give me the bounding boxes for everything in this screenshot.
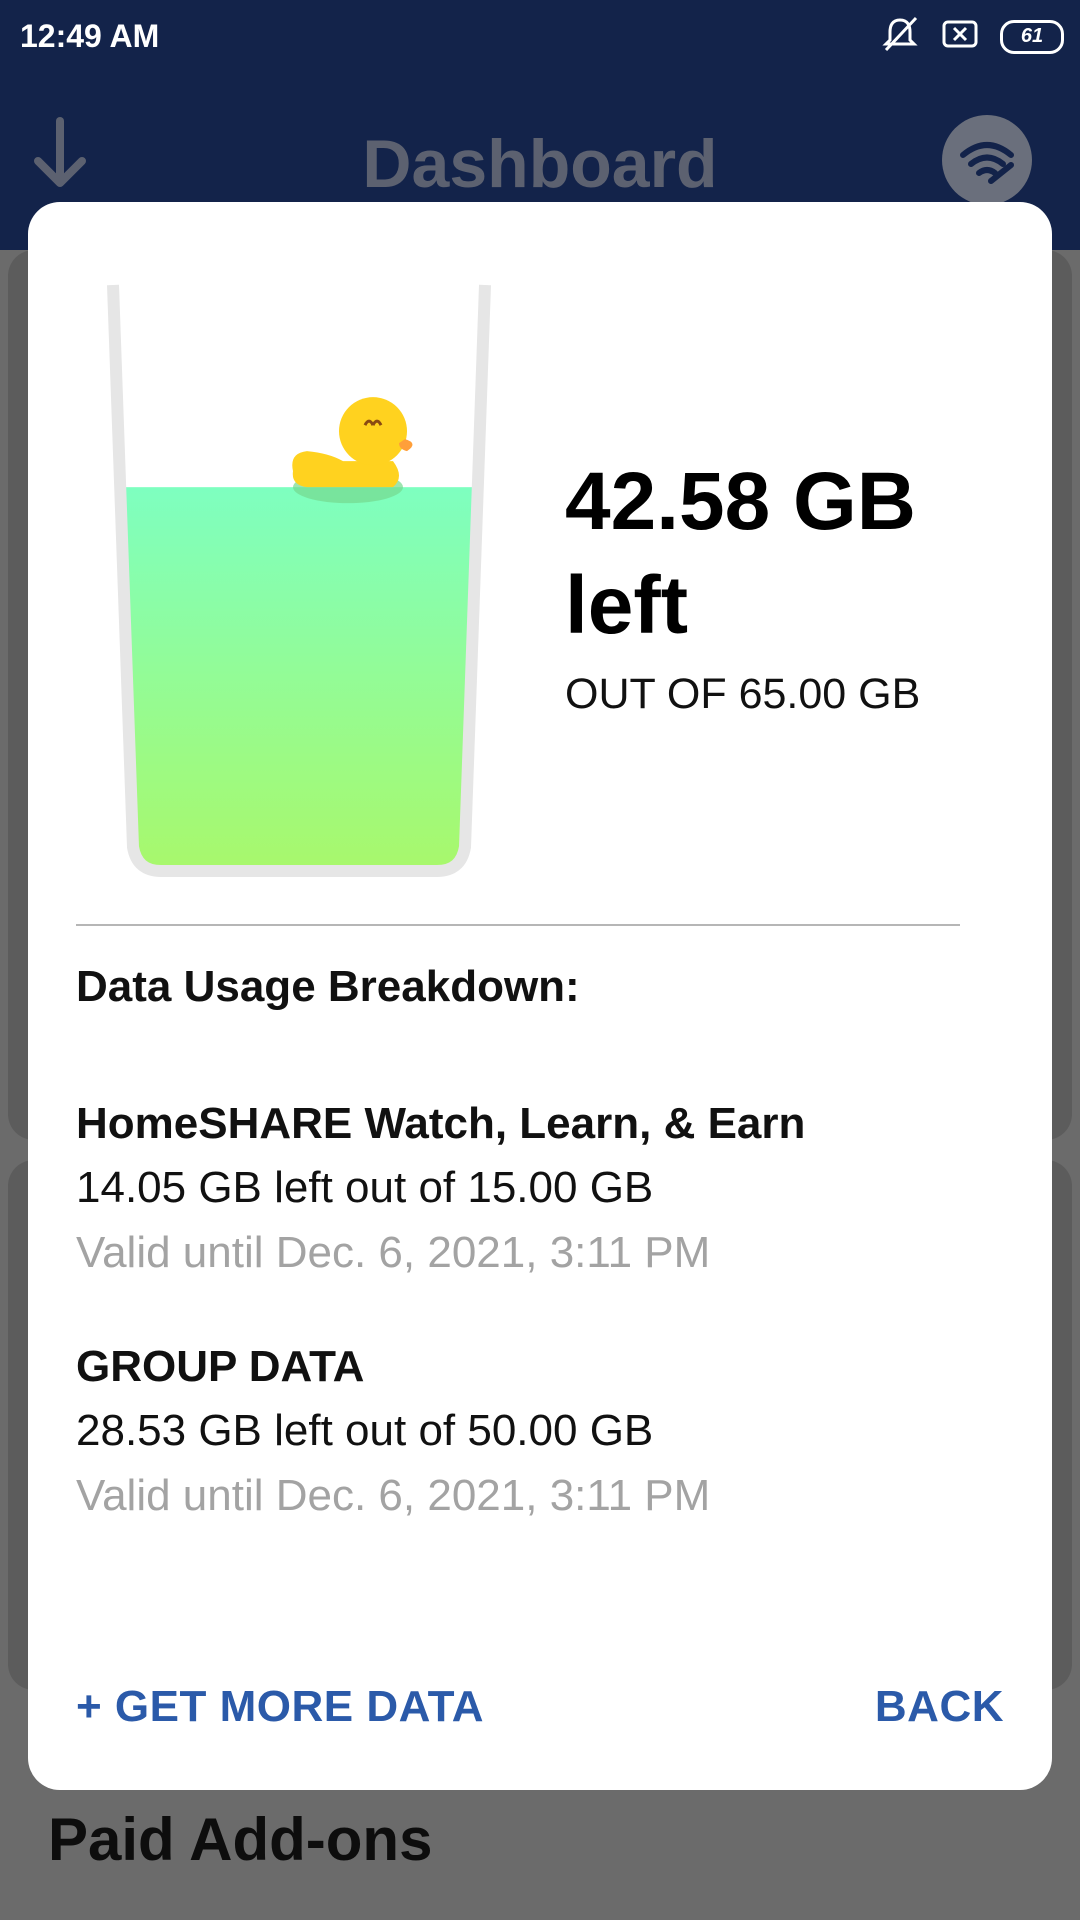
page-title: Dashboard bbox=[362, 126, 718, 202]
status-bar: 12:49 AM 61 bbox=[0, 0, 1080, 75]
back-button[interactable]: BACK bbox=[875, 1682, 1004, 1732]
data-total: OUT OF 65.00 GB bbox=[565, 670, 921, 718]
status-time: 12:49 AM bbox=[20, 18, 160, 54]
plan-validity: Valid until Dec. 6, 2021, 3:11 PM bbox=[76, 1228, 711, 1277]
battery-icon: 61 bbox=[1000, 19, 1064, 54]
get-more-data-button[interactable]: + GET MORE DATA bbox=[76, 1682, 484, 1732]
plan-name: HomeSHARE Watch, Learn, & Earn bbox=[76, 1099, 806, 1148]
status-icons: 61 bbox=[880, 16, 1064, 57]
plan-name: GROUP DATA bbox=[76, 1342, 365, 1391]
breakdown-title: Data Usage Breakdown: bbox=[76, 962, 580, 1011]
divider bbox=[76, 924, 960, 926]
wifi-wrench-icon[interactable] bbox=[942, 115, 1032, 205]
data-remaining-summary: 42.58 GB left bbox=[565, 450, 1005, 658]
plan-amount: 14.05 GB left out of 15.00 GB bbox=[76, 1163, 654, 1212]
rubber-duck-icon bbox=[292, 397, 413, 504]
muted-bell-icon bbox=[880, 16, 920, 57]
data-usage-dialog: 42.58 GB left OUT OF 65.00 GB Data Usage… bbox=[28, 202, 1052, 1790]
data-remaining-label: left bbox=[565, 560, 688, 651]
battery-level: 61 bbox=[1020, 25, 1044, 47]
data-plan-item: HomeSHARE Watch, Learn, & Earn 14.05 GB … bbox=[76, 1092, 805, 1286]
plan-validity: Valid until Dec. 6, 2021, 3:11 PM bbox=[76, 1471, 711, 1520]
close-box-icon bbox=[942, 19, 978, 54]
data-glass bbox=[93, 277, 513, 882]
section-heading: Paid Add-ons bbox=[48, 1806, 433, 1873]
data-remaining-amount: 42.58 GB bbox=[565, 456, 916, 547]
plan-amount: 28.53 GB left out of 50.00 GB bbox=[76, 1406, 654, 1455]
data-plan-item: GROUP DATA 28.53 GB left out of 50.00 GB… bbox=[76, 1335, 710, 1529]
remaining-data-water bbox=[115, 487, 483, 867]
